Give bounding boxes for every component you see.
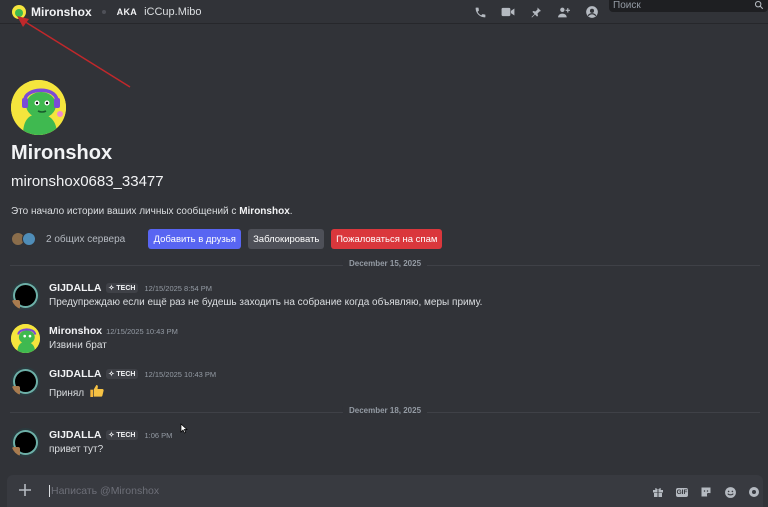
intro-prefix: Это начало истории ваших личных сообщени…	[11, 206, 240, 217]
dm-header: Mironshox AKA iCCup.Mibo Поиск	[0, 0, 768, 24]
header-toolbar	[472, 4, 600, 20]
author-name[interactable]: GIJDALLA	[49, 368, 102, 380]
mouse-cursor-icon	[180, 423, 188, 434]
sparkle-icon: ✧	[108, 371, 115, 378]
gif-label: GIF	[675, 487, 689, 497]
gif-icon[interactable]: GIF	[675, 485, 689, 499]
message-timestamp: 1:06 PM	[144, 430, 173, 440]
author-avatar[interactable]	[11, 367, 40, 396]
clan-tag[interactable]: ✧ TECH	[105, 369, 139, 379]
intro-name: Mironshox	[239, 206, 290, 217]
message-composer: Написать @Mironshox GIF	[7, 475, 763, 507]
header-avatar[interactable]	[12, 4, 26, 19]
tag-label: TECH	[116, 431, 136, 439]
date-divider-label: December 18, 2025	[342, 406, 428, 415]
search-icon	[754, 0, 764, 10]
profile-display-name: Mironshox	[11, 142, 113, 164]
clan-tag[interactable]: ✧ TECH	[105, 430, 139, 440]
video-call-icon[interactable]	[500, 4, 516, 20]
user-profile-icon[interactable]	[584, 4, 600, 20]
mutual-servers-link[interactable]: 2 общих сервера	[46, 234, 125, 245]
tag-label: TECH	[116, 284, 136, 292]
author-avatar[interactable]	[11, 428, 40, 457]
date-divider: December 18, 2025	[10, 406, 760, 415]
aka-label: AKA	[116, 6, 138, 17]
message-content: Принял	[49, 383, 105, 399]
profile-username: mironshox0683_33477	[11, 173, 164, 190]
clan-tag[interactable]: ✧ TECH	[105, 283, 139, 293]
message-input[interactable]: Написать @Mironshox	[49, 485, 159, 497]
author-avatar[interactable]	[11, 281, 40, 310]
message-timestamp: 12/15/2025 10:43 PM	[144, 369, 217, 379]
message-timestamp: 12/15/2025 10:43 PM	[106, 326, 178, 336]
gift-icon[interactable]	[651, 485, 665, 499]
profile-actions: 2 общих сервера Добавить в друзья Заблок…	[11, 229, 449, 249]
message-text: Извини брат	[49, 340, 107, 351]
author-name[interactable]: Mironshox	[49, 325, 102, 337]
add-friend-button[interactable]: Добавить в друзья	[148, 229, 242, 249]
message-text: Принял	[49, 388, 85, 399]
header-separator	[101, 9, 106, 14]
emoji-icon[interactable]	[723, 485, 737, 499]
server-icon	[22, 232, 36, 246]
header-alias: iCCup.Mibo	[144, 5, 202, 18]
tag-label: TECH	[116, 370, 136, 378]
intro-suffix: .	[289, 206, 293, 217]
sticker-icon[interactable]	[699, 485, 713, 499]
message-text: Предупреждаю если ещё раз не будешь захо…	[49, 297, 483, 308]
sparkle-icon: ✧	[108, 432, 115, 439]
add-friends-to-dm-icon[interactable]	[556, 4, 572, 20]
search-placeholder: Поиск	[613, 0, 641, 11]
block-button[interactable]: Заблокировать	[248, 229, 325, 249]
header-name[interactable]: Mironshox	[31, 5, 92, 19]
attach-plus-icon[interactable]	[18, 483, 32, 497]
date-divider: December 15, 2025	[10, 259, 760, 268]
dm-intro-text: Это начало истории ваших личных сообщени…	[11, 206, 293, 217]
report-spam-button[interactable]: Пожаловаться на спам	[331, 229, 443, 249]
voice-call-icon[interactable]	[472, 4, 488, 20]
author-avatar[interactable]	[11, 324, 40, 353]
thumbs-up-icon[interactable]	[89, 383, 105, 399]
author-name[interactable]: GIJDALLA	[49, 282, 102, 294]
mutual-server-icons[interactable]	[11, 232, 36, 246]
search-input[interactable]: Поиск	[609, 0, 768, 12]
composer-tools: GIF	[651, 485, 761, 499]
profile-avatar[interactable]	[11, 80, 66, 135]
pinned-messages-icon[interactable]	[528, 4, 544, 20]
author-name[interactable]: GIJDALLA	[49, 429, 102, 441]
sparkle-icon: ✧	[108, 285, 115, 292]
apps-icon[interactable]	[747, 485, 761, 499]
message-text: привет тут?	[49, 444, 104, 455]
message-timestamp: 12/15/2025 8:54 PM	[144, 283, 212, 293]
date-divider-label: December 15, 2025	[342, 259, 428, 268]
